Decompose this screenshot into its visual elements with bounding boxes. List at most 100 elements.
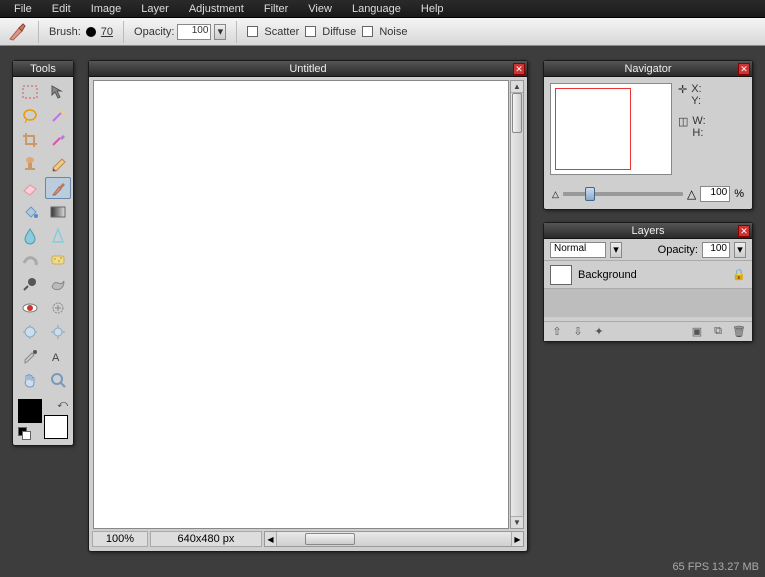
navigator-zoom-slider: △ △ 100 % — [552, 185, 744, 203]
dodge-tool[interactable] — [17, 273, 43, 295]
layer-opacity-input[interactable]: 100 — [702, 242, 730, 258]
diffuse-checkbox[interactable]: Diffuse — [305, 26, 356, 38]
swap-colors-icon[interactable]: ⤺ — [57, 399, 68, 410]
scatter-checkbox[interactable]: Scatter — [247, 26, 299, 38]
hand-tool[interactable] — [17, 369, 43, 391]
sharpen-tool[interactable] — [45, 225, 71, 247]
wand-tool[interactable] — [45, 105, 71, 127]
nav-w-label: W: — [692, 115, 705, 127]
tools-panel-title: Tools — [13, 61, 73, 77]
zoom-slider-track[interactable] — [563, 192, 683, 196]
close-icon[interactable]: ✕ — [738, 63, 750, 75]
menu-filter[interactable]: Filter — [254, 1, 298, 17]
menu-language[interactable]: Language — [342, 1, 411, 17]
navigator-preview[interactable] — [550, 83, 672, 175]
opacity-label: Opacity: — [134, 26, 174, 38]
tools-panel: Tools A ⤺ — [12, 60, 74, 446]
brush-icon — [6, 21, 28, 43]
navigator-viewport-box[interactable] — [555, 88, 631, 170]
layer-styles-icon[interactable]: ✦ — [590, 324, 608, 340]
bloat-tool[interactable] — [17, 321, 43, 343]
document-window: Untitled ✕ ▲ ▼ 100% 640x480 px ◀ ▶ — [88, 60, 528, 552]
delete-layer-icon[interactable]: 🗑 — [730, 324, 748, 340]
layers-footer: ⇧ ⇩ ✦ ▣ ⧉ 🗑 — [544, 321, 752, 341]
layer-up-icon[interactable]: ⇧ — [548, 324, 566, 340]
crop-tool[interactable] — [17, 129, 43, 151]
menu-layer[interactable]: Layer — [131, 1, 179, 17]
close-icon[interactable]: ✕ — [513, 63, 525, 75]
eyedropper-tool[interactable] — [17, 345, 43, 367]
zoom-out-icon[interactable]: △ — [552, 189, 559, 200]
tool-options-bar: Brush: 70 Opacity: 100 ▾ Scatter Diffuse… — [0, 18, 765, 46]
zoom-display[interactable]: 100% — [92, 531, 148, 547]
status-bar: 65 FPS 13.27 MB — [672, 561, 759, 573]
pinch-tool[interactable] — [45, 321, 71, 343]
menu-image[interactable]: Image — [81, 1, 132, 17]
marquee-tool[interactable] — [17, 81, 43, 103]
brush-size-value[interactable]: 70 — [101, 26, 113, 38]
vscroll-thumb[interactable] — [512, 93, 522, 133]
duplicate-layer-icon[interactable]: ⧉ — [709, 324, 727, 340]
zoom-in-icon[interactable]: △ — [687, 187, 696, 201]
layer-thumbnail[interactable] — [550, 265, 572, 285]
zoom-slider-knob[interactable] — [585, 187, 595, 201]
burn-tool[interactable] — [45, 273, 71, 295]
layer-down-icon[interactable]: ⇩ — [569, 324, 587, 340]
scroll-down-icon[interactable]: ▼ — [511, 516, 523, 528]
scroll-left-icon[interactable]: ◀ — [265, 532, 277, 546]
navigator-title[interactable]: Navigator ✕ — [544, 61, 752, 77]
close-icon[interactable]: ✕ — [738, 225, 750, 237]
move-tool[interactable] — [45, 81, 71, 103]
gradient-tool[interactable] — [45, 201, 71, 223]
layer-row[interactable]: Background 🔒 — [544, 261, 752, 289]
sponge-tool[interactable] — [45, 249, 71, 271]
background-swatch[interactable] — [44, 415, 68, 439]
layer-opacity-dropdown[interactable]: ▾ — [734, 242, 746, 258]
nav-y-label: Y: — [691, 95, 701, 107]
blur-tool[interactable] — [17, 225, 43, 247]
type-tool[interactable]: A — [45, 345, 71, 367]
canvas[interactable] — [93, 80, 509, 529]
menu-adjustment[interactable]: Adjustment — [179, 1, 254, 17]
scatter-label: Scatter — [264, 26, 299, 38]
layer-name[interactable]: Background — [578, 269, 637, 281]
default-colors-icon[interactable] — [18, 427, 30, 439]
noise-checkbox[interactable]: Noise — [362, 26, 407, 38]
lock-icon[interactable]: 🔒 — [732, 268, 746, 281]
layers-title[interactable]: Layers ✕ — [544, 223, 752, 239]
menu-view[interactable]: View — [298, 1, 342, 17]
pencil-tool[interactable] — [45, 153, 71, 175]
layers-panel: Layers ✕ Normal ▾ Opacity: 100 ▾ Backgro… — [543, 222, 753, 342]
menu-edit[interactable]: Edit — [42, 1, 81, 17]
eraser-tool[interactable] — [17, 177, 43, 199]
nav-h-label: H: — [692, 127, 703, 139]
memory-display: 13.27 MB — [712, 561, 759, 573]
new-layer-icon[interactable]: ▣ — [688, 324, 706, 340]
stamp-tool[interactable] — [17, 153, 43, 175]
horizontal-scrollbar[interactable]: ◀ ▶ — [264, 531, 524, 547]
menu-file[interactable]: File — [4, 1, 42, 17]
dimensions-icon: ◫ — [678, 115, 688, 128]
blend-mode-select[interactable]: Normal — [550, 242, 606, 258]
smudge-tool[interactable] — [17, 249, 43, 271]
spot-heal-tool[interactable] — [45, 297, 71, 319]
document-title-bar[interactable]: Untitled ✕ — [89, 61, 527, 77]
scroll-right-icon[interactable]: ▶ — [511, 532, 523, 546]
opacity-input[interactable]: 100 — [177, 24, 211, 40]
brush-tool[interactable] — [45, 177, 71, 199]
hscroll-thumb[interactable] — [305, 533, 355, 545]
foreground-swatch[interactable] — [18, 399, 42, 423]
vertical-scrollbar[interactable]: ▲ ▼ — [510, 80, 524, 529]
menu-help[interactable]: Help — [411, 1, 454, 17]
opacity-dropdown[interactable]: ▾ — [214, 24, 226, 40]
zoom-percent-label: % — [734, 188, 744, 200]
scroll-up-icon[interactable]: ▲ — [511, 81, 523, 93]
redeye-tool[interactable] — [17, 297, 43, 319]
zoom-input[interactable]: 100 — [700, 186, 730, 202]
lasso-tool[interactable] — [17, 105, 43, 127]
color-replace-tool[interactable] — [45, 129, 71, 151]
blend-mode-dropdown[interactable]: ▾ — [610, 242, 622, 258]
zoom-tool[interactable] — [45, 369, 71, 391]
fill-tool[interactable] — [17, 201, 43, 223]
navigator-panel: Navigator ✕ ✛X:Y: ◫W:H: △ △ 100 % — [543, 60, 753, 210]
